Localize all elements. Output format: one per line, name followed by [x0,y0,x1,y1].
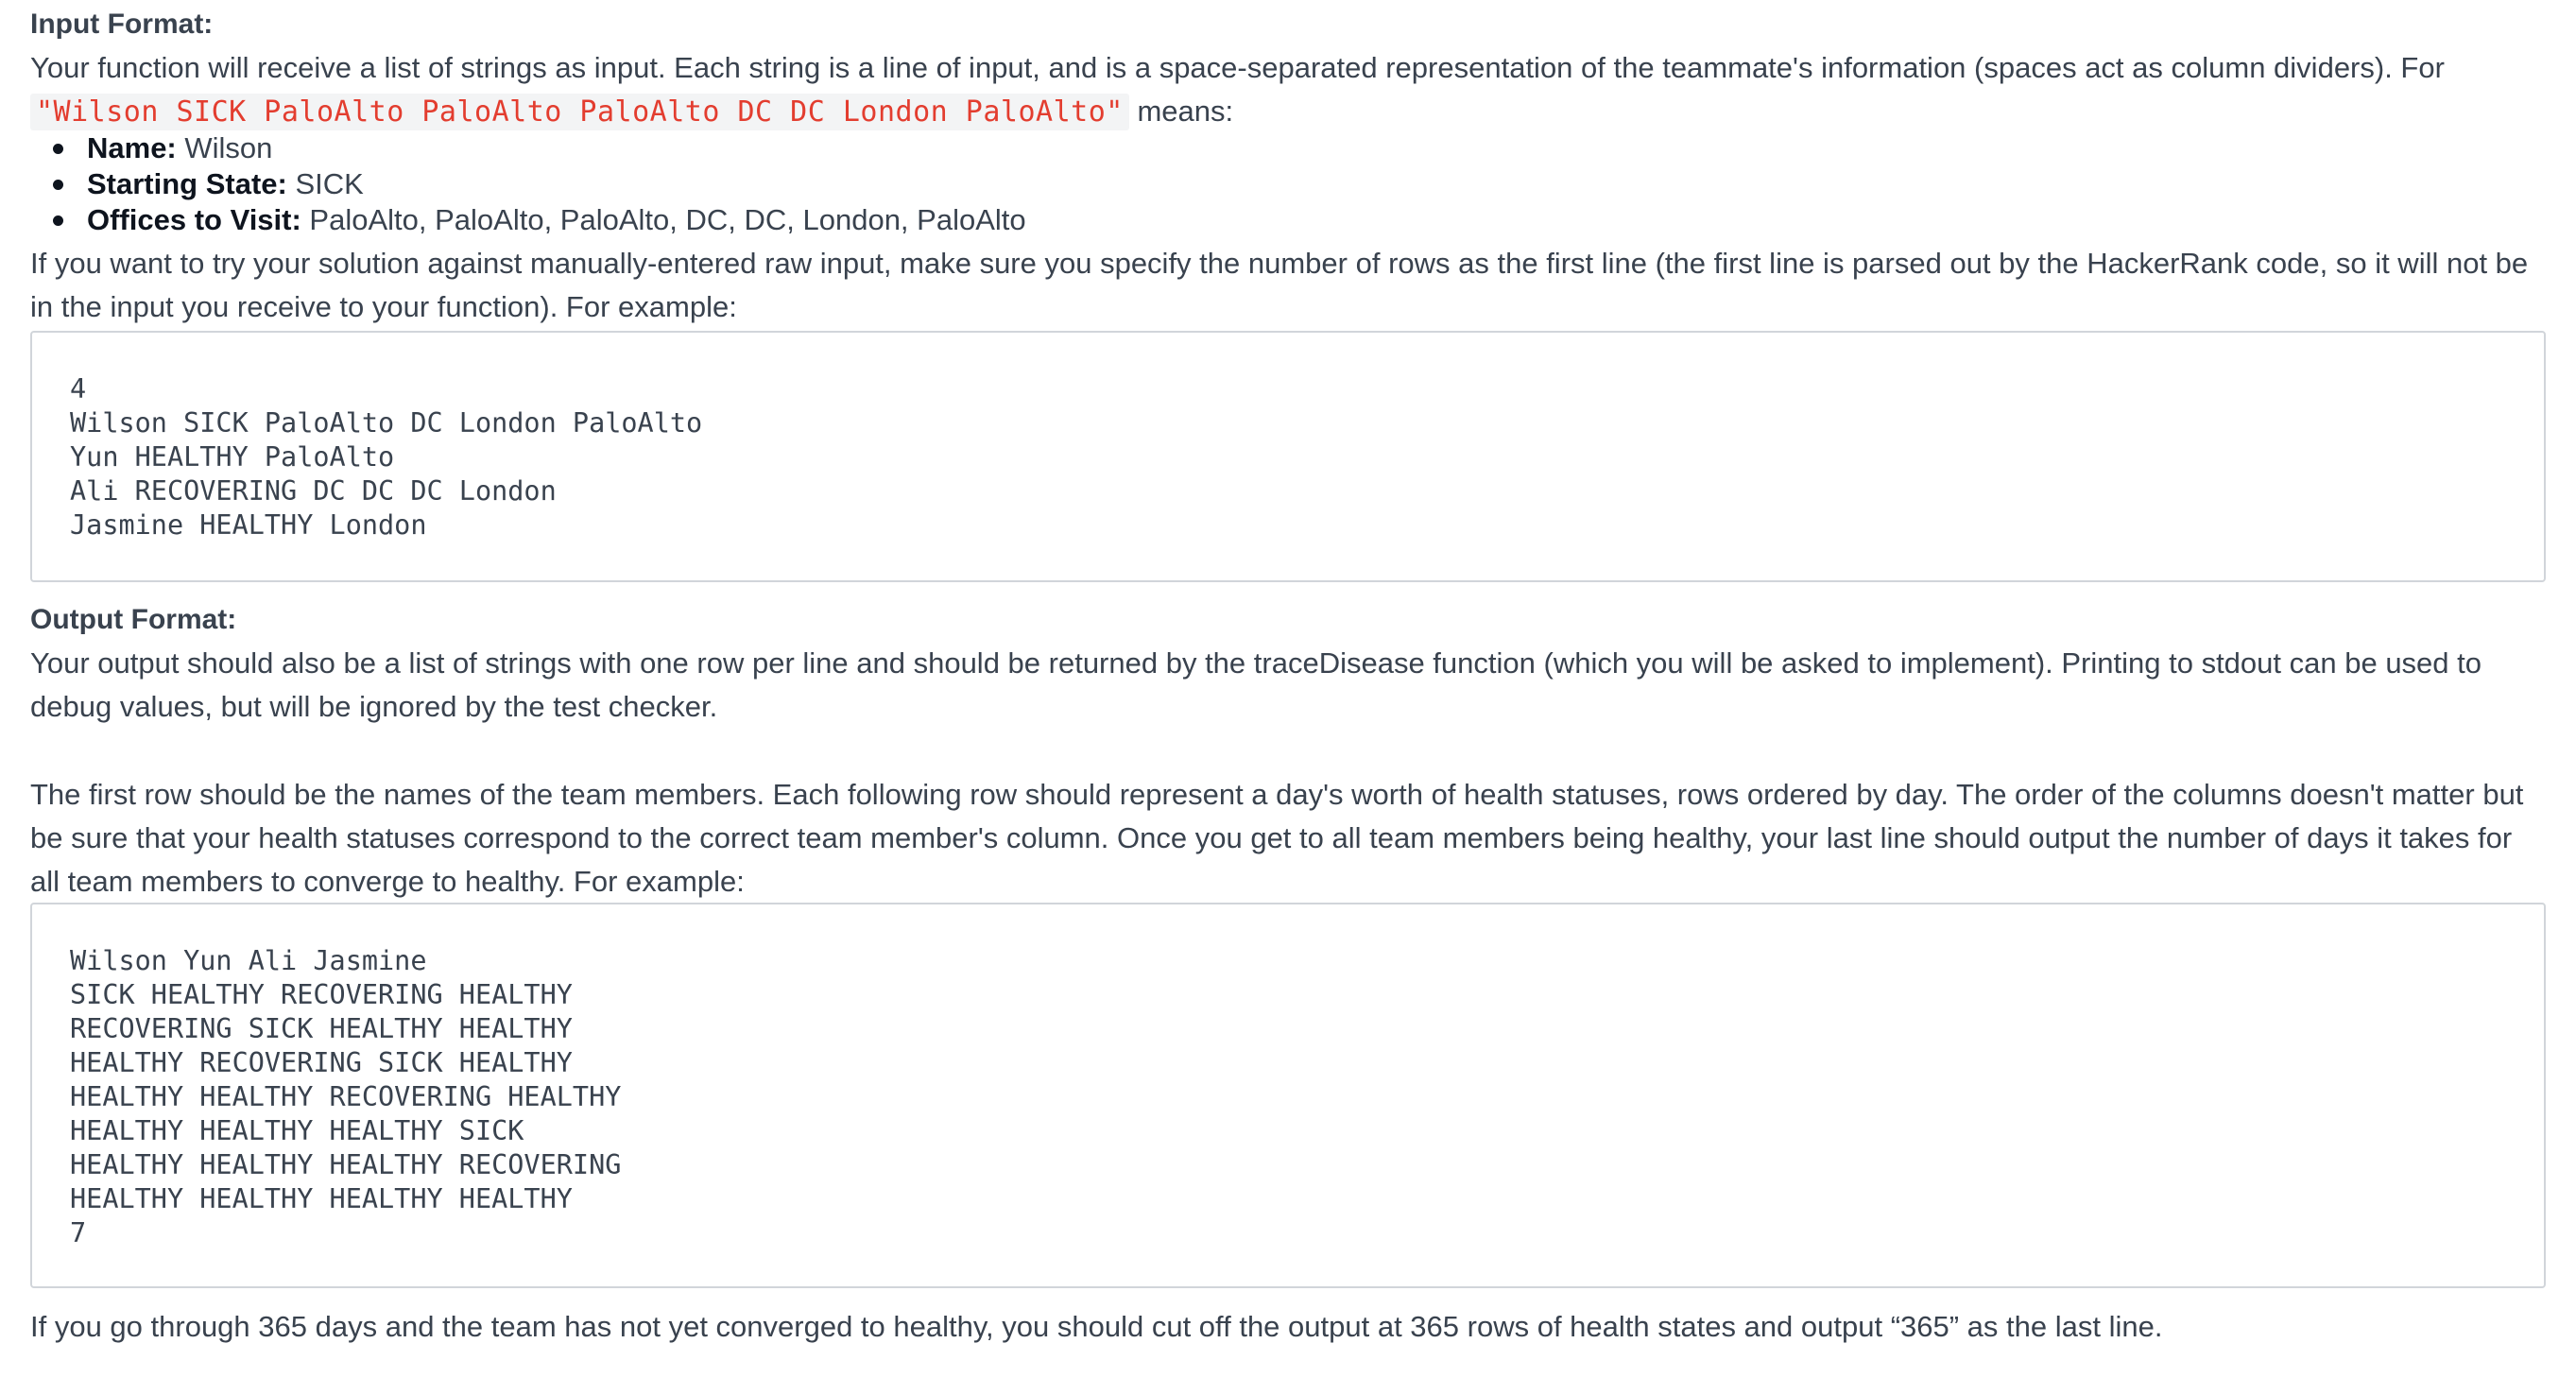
output-format-para-1: Your output should also be a list of str… [30,646,2482,723]
raw-input-note: If you want to try your solution against… [30,247,2529,323]
teammate-fields-list: Name: Wilson Starting State: SICK Office… [30,130,1026,238]
field-value: SICK [286,167,364,200]
input-example-code: "Wilson SICK PaloAlto PaloAlto PaloAlto … [30,94,1129,130]
bullet-icon [53,215,63,226]
list-item: Name: Wilson [30,130,1026,166]
output-format-heading: Output Format: [30,604,237,635]
sample-input-block: 4 Wilson SICK PaloAlto DC London PaloAlt… [30,331,2546,582]
input-example-line: "Wilson SICK PaloAlto PaloAlto PaloAlto … [30,90,2546,134]
bullet-icon [53,144,63,154]
field-value: PaloAlto, PaloAlto, PaloAlto, DC, DC, Lo… [301,203,1026,236]
input-format-heading: Input Format: [30,9,214,40]
sample-output-block: Wilson Yun Ali Jasmine SICK HEALTHY RECO… [30,903,2546,1288]
field-label: Name: [87,131,177,164]
bullet-icon [53,180,63,190]
cutoff-note: If you go through 365 days and the team … [30,1310,2163,1343]
sample-input-code: 4 Wilson SICK PaloAlto DC London PaloAlt… [70,373,703,541]
output-format-para-2: The first row should be the names of the… [30,778,2524,898]
field-label: Offices to Visit: [87,203,301,236]
list-item: Offices to Visit: PaloAlto, PaloAlto, Pa… [30,202,1026,238]
field-value: Wilson [176,131,273,164]
input-example-suffix: means: [1128,95,1234,128]
sample-output-code: Wilson Yun Ali Jasmine SICK HEALTHY RECO… [70,945,622,1249]
field-label: Starting State: [87,167,287,200]
list-item: Starting State: SICK [30,166,1026,202]
